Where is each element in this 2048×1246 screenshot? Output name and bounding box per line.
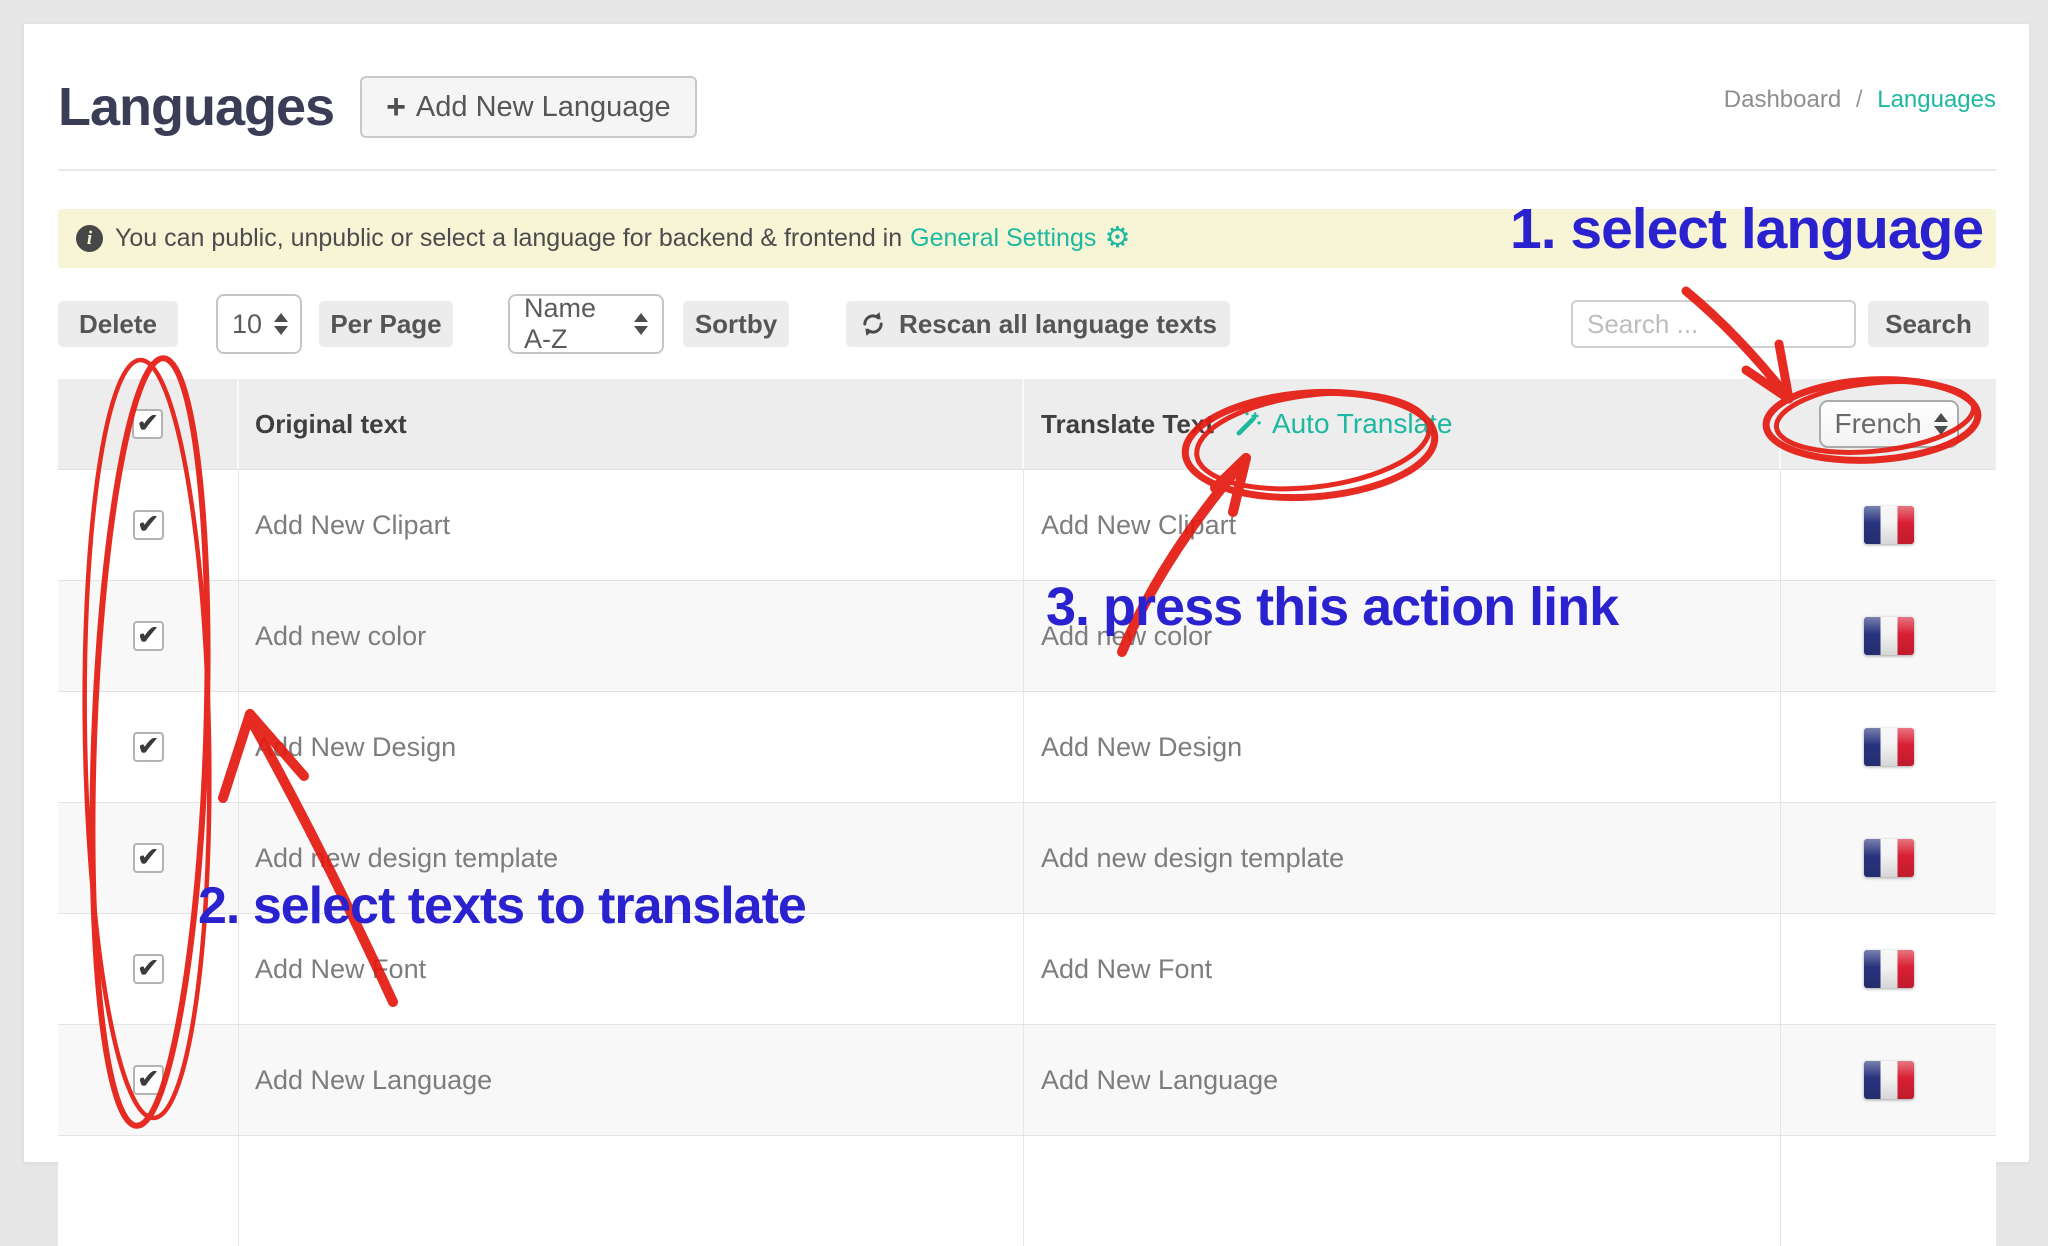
auto-translate-label: Auto Translate — [1272, 408, 1453, 440]
french-flag-icon — [1864, 617, 1914, 655]
check-icon: ✔ — [137, 733, 160, 760]
info-text: You can public, unpublic or select a lan… — [115, 224, 902, 253]
annotation-step1: 1. select language — [1510, 196, 1983, 262]
original-text-header: Original text — [239, 379, 1024, 469]
magic-wand-icon — [1232, 409, 1262, 439]
sortby-button[interactable]: Sortby — [683, 301, 789, 347]
general-settings-link[interactable]: General Settings — [910, 224, 1096, 253]
annotation-step3: 3. press this action link — [1046, 576, 1618, 638]
row-checkbox[interactable]: ✔ — [133, 1065, 164, 1095]
table-row: ✔ Add New Language Add New Language — [58, 1024, 1996, 1135]
translate-text-cell[interactable]: Add New Design — [1024, 692, 1781, 802]
refresh-icon — [859, 310, 887, 338]
table-row-partial — [58, 1135, 1996, 1246]
languages-page-card: Languages + Add New Language Dashboard /… — [23, 23, 2030, 1163]
french-flag-icon — [1864, 728, 1914, 766]
check-icon: ✔ — [137, 1066, 160, 1093]
row-checkbox[interactable]: ✔ — [133, 843, 164, 873]
language-select[interactable]: French — [1819, 400, 1959, 448]
french-flag-icon — [1864, 1061, 1914, 1099]
translate-text-header: Translate Text — [1041, 409, 1214, 440]
select-arrows-icon — [274, 313, 288, 335]
row-checkbox[interactable]: ✔ — [133, 510, 164, 540]
delete-button[interactable]: Delete — [58, 301, 178, 347]
add-new-language-label: Add New Language — [416, 91, 671, 124]
french-flag-icon — [1864, 506, 1914, 544]
translate-text-cell[interactable]: Add new design template — [1024, 803, 1781, 913]
info-circle-icon: i — [76, 225, 103, 252]
search-button[interactable]: Search — [1868, 301, 1989, 347]
search-input[interactable] — [1571, 300, 1856, 348]
french-flag-icon — [1864, 950, 1914, 988]
language-select-value: French — [1835, 408, 1922, 440]
original-text-cell: Add New Design — [239, 692, 1024, 802]
row-checkbox[interactable]: ✔ — [133, 621, 164, 651]
breadcrumb-dashboard[interactable]: Dashboard — [1724, 86, 1841, 113]
french-flag-icon — [1864, 839, 1914, 877]
page-header: Languages + Add New Language — [58, 72, 697, 142]
gear-icon: ⚙ — [1104, 224, 1130, 253]
per-page-select-value: 10 — [232, 309, 262, 340]
check-icon: ✔ — [137, 955, 160, 982]
original-text-cell: Add New Clipart — [239, 470, 1024, 580]
rescan-label: Rescan all language texts — [899, 309, 1217, 340]
breadcrumb-languages[interactable]: Languages — [1877, 86, 1996, 113]
check-icon: ✔ — [137, 622, 160, 649]
rescan-button[interactable]: Rescan all language texts — [846, 301, 1230, 347]
row-checkbox[interactable]: ✔ — [133, 732, 164, 762]
translations-table: ✔ Original text Translate Text — [58, 379, 1996, 1246]
check-icon: ✔ — [136, 410, 159, 437]
translate-text-cell[interactable]: Add New Font — [1024, 914, 1781, 1024]
original-text-cell: Add New Language — [239, 1025, 1024, 1135]
sort-select[interactable]: Name A-Z — [508, 294, 664, 354]
breadcrumb-separator: / — [1856, 86, 1863, 113]
translate-text-cell[interactable]: Add New Language — [1024, 1025, 1781, 1135]
select-arrows-icon — [634, 313, 648, 335]
select-arrows-icon — [1934, 413, 1948, 435]
sort-select-value: Name A-Z — [524, 293, 622, 355]
per-page-button[interactable]: Per Page — [319, 301, 453, 347]
select-all-checkbox[interactable]: ✔ — [132, 409, 163, 439]
translate-text-cell[interactable]: Add New Clipart — [1024, 470, 1781, 580]
toolbar: Delete 10 Per Page Name A-Z Sortby — [58, 294, 1996, 354]
table-row: ✔ Add New Clipart Add New Clipart — [58, 469, 1996, 580]
original-text-cell: Add new color — [239, 581, 1024, 691]
title-divider — [58, 169, 1996, 171]
row-checkbox[interactable]: ✔ — [133, 954, 164, 984]
add-new-language-button[interactable]: + Add New Language — [360, 76, 697, 138]
check-icon: ✔ — [137, 844, 160, 871]
plus-icon: + — [386, 90, 406, 124]
table-row: ✔ Add New Design Add New Design — [58, 691, 1996, 802]
page-title: Languages — [58, 76, 334, 138]
breadcrumb: Dashboard / Languages — [1724, 86, 1996, 114]
table-header-row: ✔ Original text Translate Text — [58, 379, 1996, 469]
annotation-step2: 2. select texts to translate — [198, 876, 806, 936]
auto-translate-link[interactable]: Auto Translate — [1232, 408, 1453, 440]
per-page-select[interactable]: 10 — [216, 294, 302, 354]
table-row: ✔ Add new color Add new color — [58, 580, 1996, 691]
check-icon: ✔ — [137, 511, 160, 538]
